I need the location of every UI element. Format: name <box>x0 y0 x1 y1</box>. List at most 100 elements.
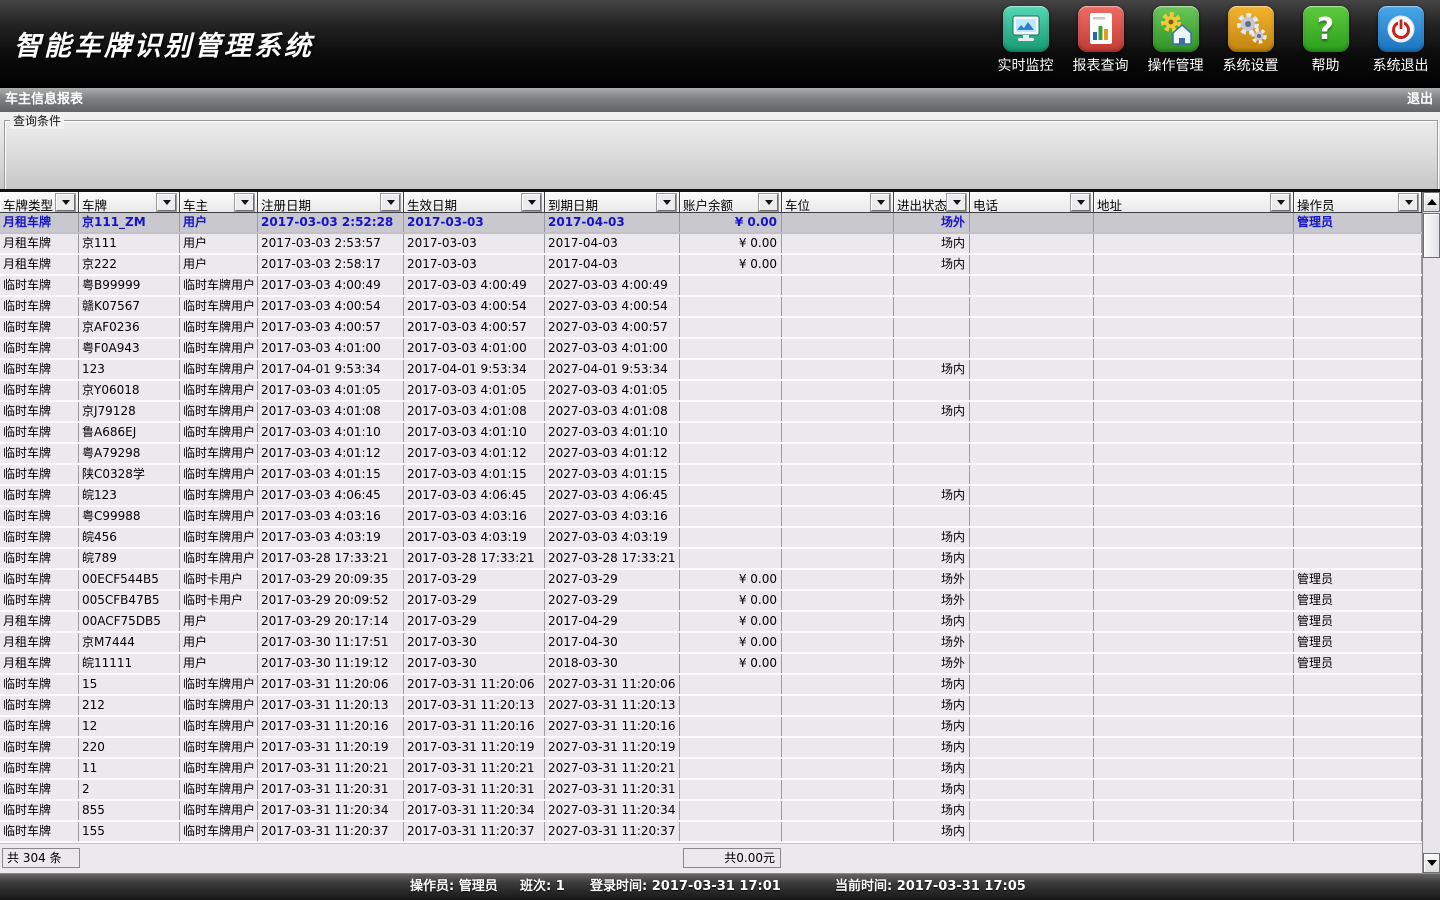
cell-operator <box>1294 696 1422 715</box>
cell-address <box>1094 801 1294 820</box>
cell-address <box>1094 822 1294 841</box>
table-row[interactable]: 临时车牌220临时车牌用户2017-03-31 11:20:192017-03-… <box>0 738 1422 759</box>
filter-dropdown-button[interactable] <box>1071 194 1090 211</box>
table-row[interactable]: 临时车牌京J79128临时车牌用户2017-03-03 4:01:082017-… <box>0 402 1422 423</box>
cell-address <box>1094 255 1294 274</box>
column-header-effective_date[interactable]: 生效日期 <box>404 192 545 213</box>
cell-effective_date: 2017-03-03 4:03:16 <box>404 507 545 526</box>
table-row[interactable]: 月租车牌皖11111用户2017-03-30 11:19:122017-03-3… <box>0 654 1422 675</box>
cell-balance <box>680 402 782 421</box>
table-row[interactable]: 临时车牌11临时车牌用户2017-03-31 11:20:212017-03-3… <box>0 759 1422 780</box>
table-row[interactable]: 月租车牌京M7444用户2017-03-30 11:17:512017-03-3… <box>0 633 1422 654</box>
table-row[interactable]: 临时车牌005CFB47B5临时卡用户2017-03-29 20:09:5220… <box>0 591 1422 612</box>
table-row[interactable]: 临时车牌212临时车牌用户2017-03-31 11:20:132017-03-… <box>0 696 1422 717</box>
cell-address <box>1094 612 1294 631</box>
table-row[interactable]: 临时车牌12临时车牌用户2017-03-31 11:20:162017-03-3… <box>0 717 1422 738</box>
cell-parking_space <box>782 675 894 694</box>
column-header-owner[interactable]: 车主 <box>180 192 258 213</box>
filter-dropdown-button[interactable] <box>1399 194 1418 211</box>
filter-dropdown-button[interactable] <box>56 194 75 211</box>
table-row[interactable]: 月租车牌00ACF75DB5用户2017-03-29 20:17:142017-… <box>0 612 1422 633</box>
cell-owner: 临时车牌用户 <box>180 801 258 820</box>
table-row[interactable]: 临时车牌粤A79298临时车牌用户2017-03-03 4:01:122017-… <box>0 444 1422 465</box>
cell-plate_type: 月租车牌 <box>0 234 79 253</box>
cell-operator <box>1294 780 1422 799</box>
scrollbar-thumb[interactable] <box>1423 213 1440 258</box>
filter-dropdown-button[interactable] <box>759 194 778 211</box>
cell-register_date: 2017-03-31 11:20:16 <box>258 717 404 736</box>
cell-address <box>1094 444 1294 463</box>
column-header-register_date[interactable]: 注册日期 <box>258 192 404 213</box>
toolbar-item-settings[interactable]: 系统设置 <box>1213 6 1288 75</box>
cell-expire_date: 2027-03-31 11:20:37 <box>545 822 680 841</box>
column-header-operator[interactable]: 操作员 <box>1294 192 1422 213</box>
filter-dropdown-button[interactable] <box>657 194 676 211</box>
toolbar-item-report[interactable]: 报表查询 <box>1063 6 1138 75</box>
column-header-expire_date[interactable]: 到期日期 <box>545 192 680 213</box>
cell-owner: 临时车牌用户 <box>180 822 258 841</box>
filter-dropdown-button[interactable] <box>235 194 254 211</box>
table-row[interactable]: 临时车牌京AF0236临时车牌用户2017-03-03 4:00:572017-… <box>0 318 1422 339</box>
table-row[interactable]: 月租车牌京111_ZM用户2017-03-03 2:52:282017-03-0… <box>0 213 1422 234</box>
toolbar-item-operation[interactable]: 操作管理 <box>1138 6 1213 75</box>
cell-effective_date: 2017-03-03 <box>404 255 545 274</box>
table-row[interactable]: 临时车牌123临时车牌用户2017-04-01 9:53:342017-04-0… <box>0 360 1422 381</box>
table-row[interactable]: 临时车牌赣K07567临时车牌用户2017-03-03 4:00:542017-… <box>0 297 1422 318</box>
table-row[interactable]: 临时车牌粤B99999临时车牌用户2017-03-03 4:00:492017-… <box>0 276 1422 297</box>
table-row[interactable]: 临时车牌粤F0A943临时车牌用户2017-03-03 4:01:002017-… <box>0 339 1422 360</box>
table-row[interactable]: 临时车牌皖123临时车牌用户2017-03-03 4:06:452017-03-… <box>0 486 1422 507</box>
status-bar: 操作员: 管理员 班次: 1 登录时间: 2017-03-31 17:01 当前… <box>0 873 1440 900</box>
system-exit-icon <box>1378 6 1424 52</box>
filter-dropdown-button[interactable] <box>157 194 176 211</box>
table-row[interactable]: 月租车牌京111用户2017-03-03 2:53:572017-03-0320… <box>0 234 1422 255</box>
table-row[interactable]: 临时车牌皖456临时车牌用户2017-03-03 4:03:192017-03-… <box>0 528 1422 549</box>
toolbar-item-exit[interactable]: 系统退出 <box>1363 6 1438 75</box>
table-row[interactable]: 临时车牌2临时车牌用户2017-03-31 11:20:312017-03-31… <box>0 780 1422 801</box>
filter-dropdown-button[interactable] <box>947 194 966 211</box>
cell-owner: 临时车牌用户 <box>180 444 258 463</box>
column-header-balance[interactable]: 账户余额 <box>680 192 782 213</box>
column-header-phone[interactable]: 电话 <box>970 192 1094 213</box>
filter-dropdown-button[interactable] <box>1271 194 1290 211</box>
filter-dropdown-button[interactable] <box>871 194 890 211</box>
cell-in_out_status: 场内 <box>894 780 970 799</box>
column-header-in_out_status[interactable]: 进出状态 <box>894 192 970 213</box>
total-amount-box: 共0.00元 <box>683 848 781 868</box>
column-header-parking_space[interactable]: 车位 <box>782 192 894 213</box>
cell-plate_type: 临时车牌 <box>0 570 79 589</box>
status-current-time: 当前时间: 2017-03-31 17:05 <box>835 873 1026 900</box>
cell-plate_type: 临时车牌 <box>0 444 79 463</box>
table-row[interactable]: 月租车牌京222用户2017-03-03 2:58:172017-03-0320… <box>0 255 1422 276</box>
filter-dropdown-button[interactable] <box>381 194 400 211</box>
exit-link[interactable]: 退出 <box>1407 88 1433 112</box>
table-row[interactable]: 临时车牌鲁A686EJ临时车牌用户2017-03-03 4:01:102017-… <box>0 423 1422 444</box>
table-row[interactable]: 临时车牌陕C0328学临时车牌用户2017-03-03 4:01:152017-… <box>0 465 1422 486</box>
cell-in_out_status: 场外 <box>894 213 970 232</box>
table-row[interactable]: 临时车牌855临时车牌用户2017-03-31 11:20:342017-03-… <box>0 801 1422 822</box>
cell-owner: 临时车牌用户 <box>180 465 258 484</box>
cell-register_date: 2017-03-03 4:01:12 <box>258 444 404 463</box>
cell-effective_date: 2017-03-03 4:06:45 <box>404 486 545 505</box>
table-row[interactable]: 临时车牌皖789临时车牌用户2017-03-28 17:33:212017-03… <box>0 549 1422 570</box>
cell-in_out_status <box>894 339 970 358</box>
vertical-scrollbar[interactable] <box>1422 192 1440 873</box>
column-header-address[interactable]: 地址 <box>1094 192 1294 213</box>
toolbar-item-monitor[interactable]: 实时监控 <box>988 6 1063 75</box>
scroll-down-button[interactable] <box>1423 853 1440 873</box>
table-row[interactable]: 临时车牌00ECF544B5临时卡用户2017-03-29 20:09:3520… <box>0 570 1422 591</box>
column-header-plate_type[interactable]: 车牌类型 <box>0 192 79 213</box>
status-login-time: 登录时间: 2017-03-31 17:01 <box>590 873 781 900</box>
scroll-up-button[interactable] <box>1423 192 1440 212</box>
cell-parking_space <box>782 528 894 547</box>
cell-owner: 用户 <box>180 213 258 232</box>
cell-effective_date: 2017-03-30 <box>404 633 545 652</box>
column-header-plate[interactable]: 车牌 <box>79 192 180 213</box>
table-row[interactable]: 临时车牌155临时车牌用户2017-03-31 11:20:372017-03-… <box>0 822 1422 843</box>
table-row[interactable]: 临时车牌粤C99988临时车牌用户2017-03-03 4:03:162017-… <box>0 507 1422 528</box>
table-row[interactable]: 临时车牌京Y06018临时车牌用户2017-03-03 4:01:052017-… <box>0 381 1422 402</box>
cell-phone <box>970 717 1094 736</box>
toolbar-item-help[interactable]: ? 帮助 <box>1288 6 1363 75</box>
toolbar-label-help: 帮助 <box>1312 55 1340 75</box>
table-row[interactable]: 临时车牌15临时车牌用户2017-03-31 11:20:062017-03-3… <box>0 675 1422 696</box>
filter-dropdown-button[interactable] <box>522 194 541 211</box>
